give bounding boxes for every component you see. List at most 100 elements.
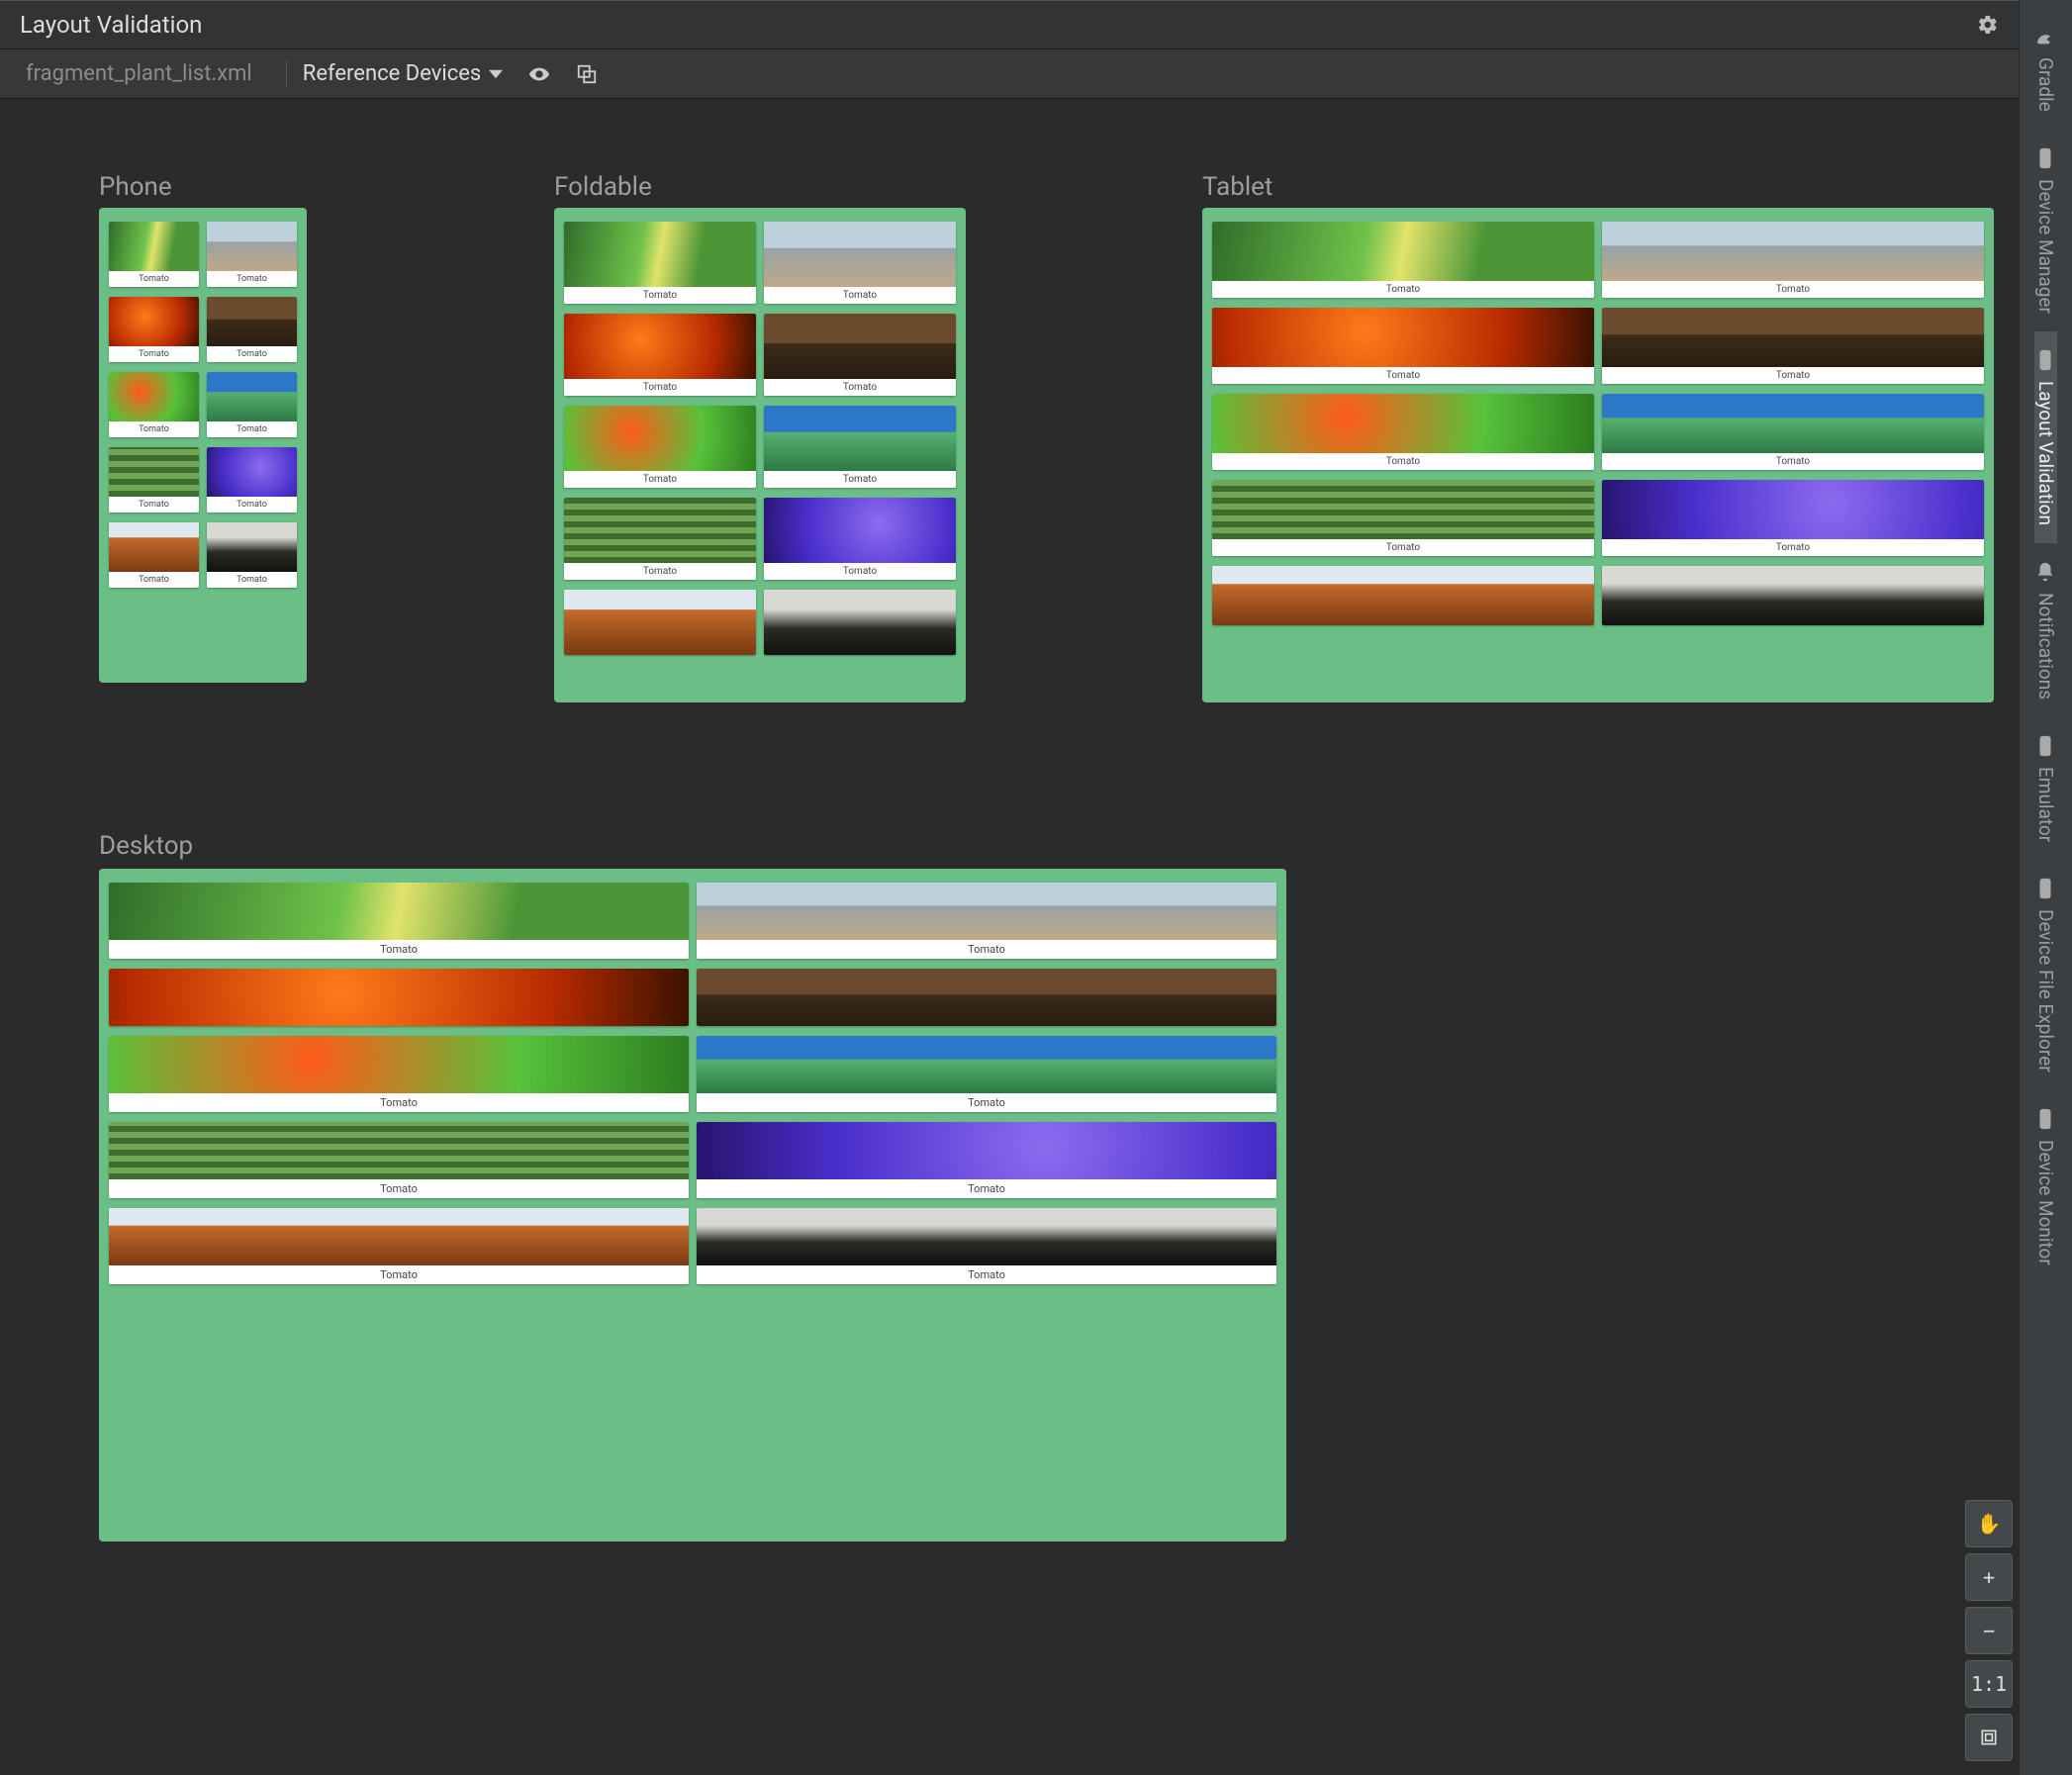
plant-caption: Tomato: [764, 471, 956, 488]
plant-card[interactable]: Tomato: [109, 1208, 689, 1284]
plant-caption: Tomato: [207, 271, 297, 287]
gear-icon[interactable]: [1971, 8, 2005, 42]
plant-caption: Tomato: [697, 1093, 1276, 1112]
device-frame-tablet[interactable]: TomatoTomatoTomatoTomatoTomatoTomatoToma…: [1202, 208, 1994, 702]
plant-card[interactable]: Tomato: [1602, 308, 1984, 384]
plant-card[interactable]: Tomato: [1602, 222, 1984, 298]
rail-label: Emulator: [2034, 767, 2057, 842]
plant-image: [697, 969, 1276, 1026]
rail-item-device-manager[interactable]: Device Manager: [2034, 130, 2057, 331]
plant-caption: Tomato: [207, 497, 297, 513]
plant-card[interactable]: Tomato: [109, 1122, 689, 1198]
chevron-down-icon: [489, 67, 503, 81]
plant-card[interactable]: Tomato: [764, 406, 956, 488]
rail-item-emulator[interactable]: Emulator: [2034, 717, 2057, 860]
plant-caption: Tomato: [109, 271, 199, 287]
layout-canvas[interactable]: PhoneTomatoTomatoTomatoTomatoTomatoTomat…: [0, 99, 2019, 1775]
device-frame-foldable[interactable]: TomatoTomatoTomatoTomatoTomatoTomatoToma…: [554, 208, 966, 702]
plant-card[interactable]: Tomato: [207, 297, 297, 362]
rail-item-notifications[interactable]: Notifications: [2034, 543, 2057, 717]
device-label-tablet: Tablet: [1202, 172, 1272, 202]
plant-card[interactable]: Tomato: [564, 314, 756, 396]
plant-image: [1602, 394, 1984, 453]
window-title: Layout Validation: [20, 11, 202, 39]
plant-card[interactable]: Tomato: [564, 222, 756, 304]
rail-item-layout-validation[interactable]: Layout Validation: [2034, 331, 2057, 543]
plant-image: [764, 314, 956, 379]
plant-card[interactable]: Tomato: [109, 372, 199, 437]
plant-image: [697, 1122, 1276, 1179]
plant-card[interactable]: Tomato: [697, 1208, 1276, 1284]
zoom-panel: ✋ + − 1:1: [1965, 1500, 2013, 1761]
plant-card[interactable]: Tomato: [207, 372, 297, 437]
plant-caption: Tomato: [697, 940, 1276, 959]
plant-card[interactable]: [564, 590, 756, 655]
plant-card[interactable]: Tomato: [207, 222, 297, 287]
plant-card[interactable]: Tomato: [1212, 394, 1594, 470]
plant-card[interactable]: Tomato: [109, 522, 199, 588]
plant-image: [564, 222, 756, 287]
plant-card[interactable]: Tomato: [764, 222, 956, 304]
plant-card[interactable]: Tomato: [1602, 480, 1984, 556]
plant-card[interactable]: Tomato: [109, 883, 689, 959]
plant-card[interactable]: Tomato: [109, 222, 199, 287]
plant-card[interactable]: Tomato: [697, 1036, 1276, 1112]
zoom-1to1-button[interactable]: 1:1: [1965, 1660, 2013, 1708]
plant-image: [697, 883, 1276, 940]
device-frame-phone[interactable]: TomatoTomatoTomatoTomatoTomatoTomatoToma…: [99, 208, 307, 683]
rail-item-device-file-explorer[interactable]: Device File Explorer: [2034, 860, 2057, 1090]
device-label-desktop: Desktop: [99, 831, 193, 861]
zoom-in-button[interactable]: +: [1965, 1553, 2013, 1601]
plant-card[interactable]: [1602, 566, 1984, 625]
plant-card[interactable]: Tomato: [109, 297, 199, 362]
plant-image: [207, 447, 297, 497]
zoom-out-button[interactable]: −: [1965, 1607, 2013, 1654]
plant-card[interactable]: Tomato: [764, 314, 956, 396]
device-frame-desktop[interactable]: TomatoTomatoTomatoTomatoTomatoTomatoToma…: [99, 869, 1286, 1541]
reference-devices-dropdown[interactable]: Reference Devices: [297, 57, 510, 90]
plant-caption: Tomato: [564, 379, 756, 396]
plant-card[interactable]: Tomato: [764, 498, 956, 580]
right-rail: GradleDevice Manager Layout Validation Not…: [2019, 0, 2072, 1775]
plant-caption: Tomato: [109, 1179, 689, 1198]
plant-card[interactable]: [109, 969, 689, 1026]
plant-caption: Tomato: [109, 1265, 689, 1284]
rail-item-device-monitor[interactable]: Device Monitor: [2034, 1090, 2057, 1283]
plant-card[interactable]: Tomato: [564, 498, 756, 580]
plant-card[interactable]: [697, 969, 1276, 1026]
rail-label: Layout Validation: [2034, 381, 2057, 525]
plant-caption: Tomato: [764, 379, 956, 396]
plant-card[interactable]: [1212, 566, 1594, 625]
plant-image: [1602, 566, 1984, 625]
zoom-fit-button[interactable]: [1965, 1714, 2013, 1761]
plant-image: [1212, 566, 1594, 625]
plant-card[interactable]: Tomato: [1602, 394, 1984, 470]
plant-caption: Tomato: [1602, 281, 1984, 298]
plant-card[interactable]: Tomato: [207, 447, 297, 513]
plant-card[interactable]: Tomato: [207, 522, 297, 588]
plant-caption: Tomato: [109, 572, 199, 588]
plant-image: [109, 1036, 689, 1093]
plant-image: [109, 1208, 689, 1265]
plant-image: [109, 522, 199, 572]
plant-image: [1212, 394, 1594, 453]
plant-card[interactable]: Tomato: [697, 1122, 1276, 1198]
gradle-icon: [2035, 26, 2057, 47]
file-chip[interactable]: fragment_plant_list.xml: [12, 57, 266, 90]
plant-card[interactable]: [764, 590, 956, 655]
plant-card[interactable]: Tomato: [697, 883, 1276, 959]
pan-button[interactable]: ✋: [1965, 1500, 2013, 1547]
plant-image: [109, 1122, 689, 1179]
plant-card[interactable]: Tomato: [564, 406, 756, 488]
plant-image: [697, 1036, 1276, 1093]
plant-card[interactable]: Tomato: [1212, 222, 1594, 298]
rail-label: Device Monitor: [2034, 1140, 2057, 1265]
plant-caption: Tomato: [564, 471, 756, 488]
plant-card[interactable]: Tomato: [109, 1036, 689, 1112]
rail-item-gradle[interactable]: Gradle: [2034, 8, 2057, 130]
plant-card[interactable]: Tomato: [1212, 480, 1594, 556]
visibility-icon[interactable]: [522, 57, 556, 91]
multi-window-icon[interactable]: [570, 57, 604, 91]
plant-card[interactable]: Tomato: [1212, 308, 1594, 384]
plant-card[interactable]: Tomato: [109, 447, 199, 513]
